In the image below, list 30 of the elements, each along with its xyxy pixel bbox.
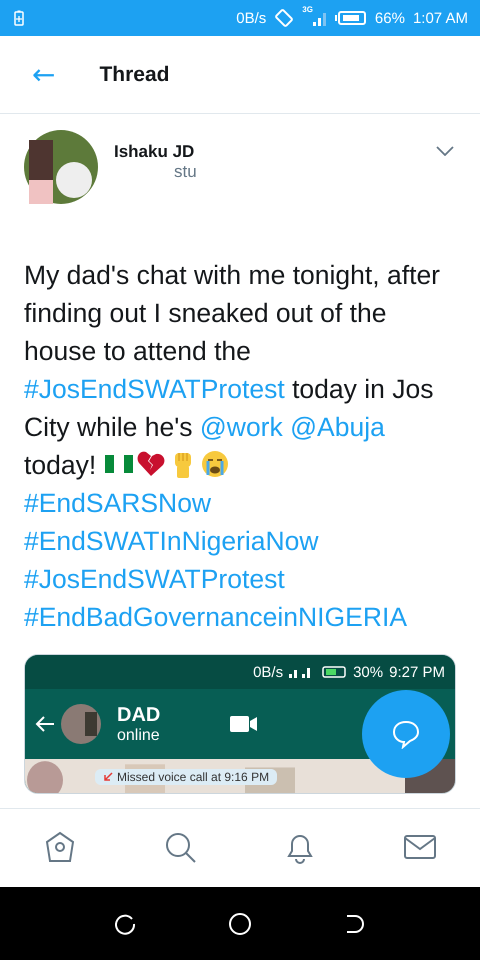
signal-icon [312,10,327,26]
network-type: 3G [302,5,313,14]
author-handle: stu [174,162,197,182]
battery-percent: 66% [374,10,405,26]
page-title: Thread [99,62,170,86]
clock: 1:07 AM [412,10,468,26]
tweet-text: My dad's chat with me tonight, after finding out I sneaked out of the house to attend the #JosEndSWATProtest today in Jos City while he's @work @Abuja today! #EndSARSNow #EndSWATInNigeriaNow #JosEndSWATProtest #EndBadGovernanceinNIGERIA [24,259,442,634]
chevron-down-icon[interactable] [436,146,454,156]
home-button-icon[interactable] [228,912,252,936]
battery-percent: 30% [353,664,384,680]
speech-bubble-icon [391,719,421,749]
broken-heart-icon [136,449,166,479]
back-arrow-icon [35,716,55,732]
data-speed: 0B/s [236,10,266,26]
contact-avatar [61,704,101,744]
contact-name: DAD [117,704,160,726]
clock: 9:27 PM [389,664,445,680]
author-name: Ishaku JD [114,142,196,162]
recent-apps-icon[interactable] [115,912,138,934]
battery-icon [334,10,367,26]
battery-charging-icon [14,10,24,26]
chat-screenshot[interactable]: 0B/s 30% 9:27 PM DAD online Missed voice call at 9:16 PM [24,654,456,794]
rotate-icon [274,8,294,28]
home-icon [43,830,77,864]
message-text: Missed voice call at 9:16 PM [117,770,270,784]
crying-face-icon [200,449,230,479]
contact-status: online [117,726,160,744]
missed-call-icon [103,772,113,782]
data-speed: 0B/s [253,664,284,680]
video-camera-icon [230,715,258,733]
